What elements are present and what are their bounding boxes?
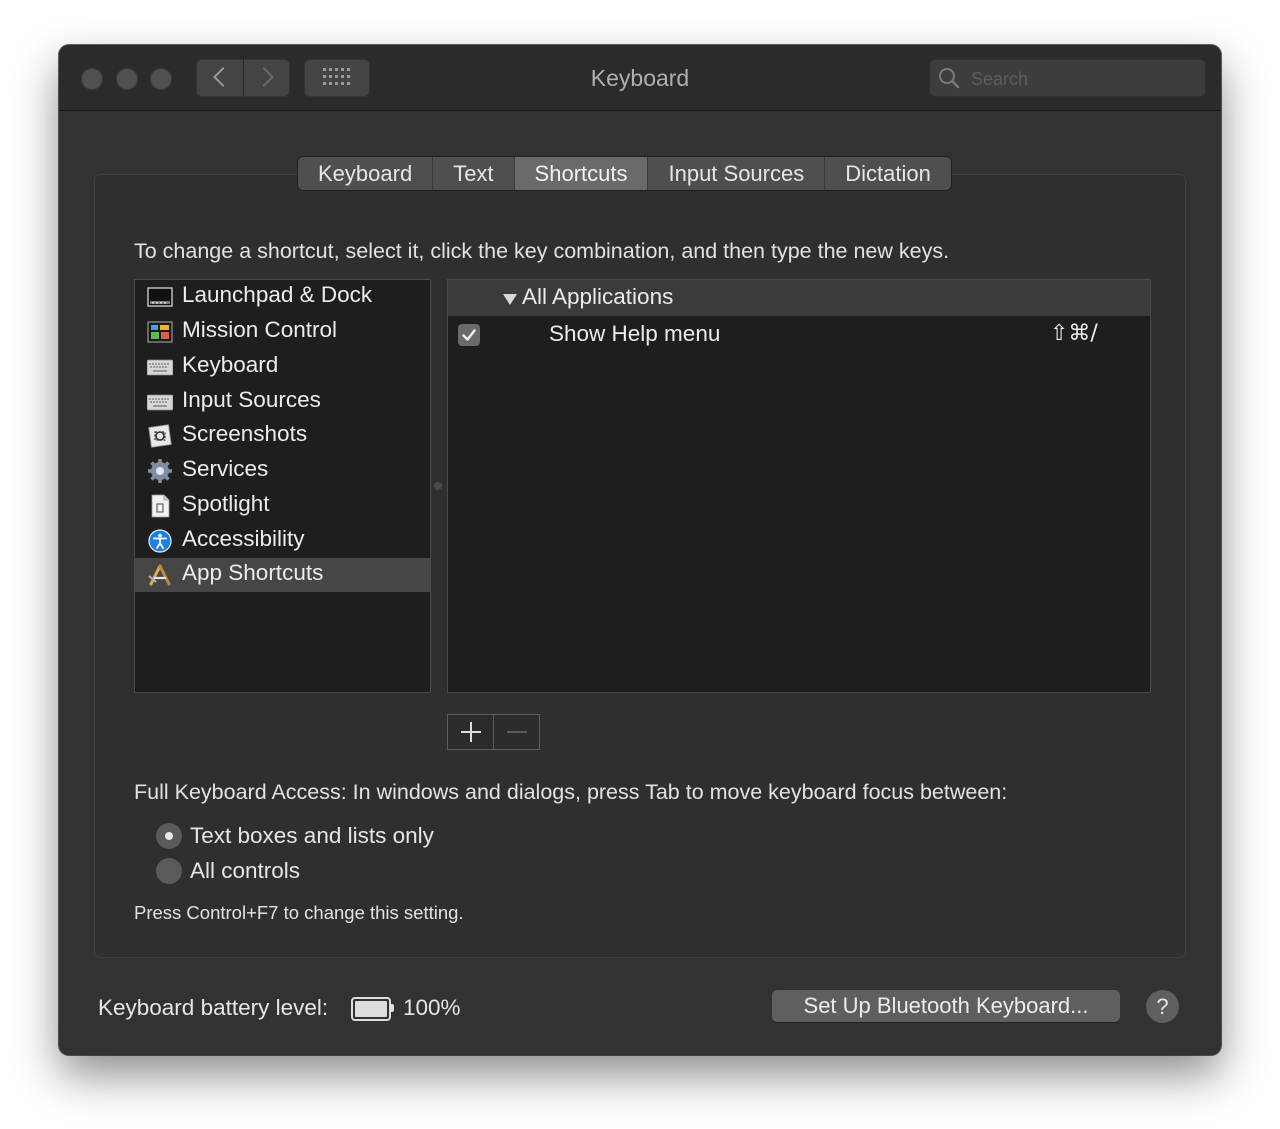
- minus-icon: [507, 731, 527, 733]
- category-keyboard[interactable]: Keyboard: [135, 350, 430, 384]
- category-label: Input Sources: [182, 387, 321, 412]
- battery-icon: [351, 997, 394, 1021]
- services-gear-icon: [148, 459, 172, 483]
- shortcut-enabled-checkbox[interactable]: [458, 324, 480, 346]
- radio-selected-dot: [165, 832, 173, 840]
- group-label: All Applications: [522, 284, 674, 309]
- radio-all-controls[interactable]: [156, 858, 182, 884]
- search-icon: [939, 68, 960, 89]
- radio-label-all-controls[interactable]: All controls: [190, 858, 300, 884]
- battery-level-label: Keyboard battery level:: [98, 995, 329, 1020]
- battery-level-value: 100%: [403, 995, 461, 1020]
- category-label: Accessibility: [182, 526, 305, 551]
- tab-keyboard[interactable]: Keyboard: [298, 157, 434, 190]
- tab-bar: Keyboard Text Shortcuts Input Sources Di…: [298, 157, 951, 190]
- disclosure-triangle-icon[interactable]: [503, 294, 517, 305]
- category-app-shortcuts[interactable]: App Shortcuts: [135, 558, 430, 592]
- tab-text[interactable]: Text: [433, 157, 515, 190]
- remove-shortcut-button[interactable]: [494, 715, 539, 749]
- radio-label-text-boxes[interactable]: Text boxes and lists only: [190, 823, 434, 849]
- category-label: Spotlight: [182, 491, 270, 516]
- category-accessibility[interactable]: Accessibility: [135, 524, 430, 558]
- checkmark-icon: [462, 329, 476, 341]
- full-keyboard-access-label: Full Keyboard Access: In windows and dia…: [134, 780, 1008, 804]
- full-keyboard-access-hint: Press Control+F7 to change this setting.: [134, 902, 464, 923]
- launchpad-dock-icon: [147, 287, 173, 307]
- category-launchpad-dock[interactable]: Launchpad & Dock: [135, 280, 430, 314]
- group-row-all-applications[interactable]: All Applications: [448, 280, 1150, 316]
- category-label: Services: [182, 456, 269, 481]
- category-label: Mission Control: [182, 317, 338, 342]
- tab-dictation[interactable]: Dictation: [825, 157, 951, 190]
- shortcut-keys[interactable]: ⇧⌘/: [1050, 321, 1098, 346]
- category-label: App Shortcuts: [182, 560, 324, 585]
- category-spotlight[interactable]: Spotlight: [135, 489, 430, 523]
- category-label: Screenshots: [182, 421, 308, 446]
- spotlight-document-icon: [151, 494, 170, 518]
- keyboard-icon: [147, 359, 173, 376]
- accessibility-icon: [148, 529, 172, 553]
- radio-text-boxes-lists-only[interactable]: [156, 823, 182, 849]
- search-input[interactable]: [969, 59, 1198, 99]
- title-bar: Keyboard: [59, 45, 1221, 111]
- instruction-text: To change a shortcut, select it, click t…: [134, 239, 950, 263]
- add-remove-control: [447, 714, 540, 750]
- shortcuts-table[interactable]: All Applications Show Help menu ⇧⌘/: [447, 279, 1151, 693]
- category-label: Launchpad & Dock: [182, 282, 373, 307]
- category-screenshots[interactable]: Screenshots: [135, 419, 430, 453]
- category-label: Keyboard: [182, 352, 279, 377]
- shortcut-category-list[interactable]: Launchpad & Dock Mission Control Keyboar…: [134, 279, 431, 693]
- add-shortcut-button[interactable]: [448, 715, 493, 749]
- set-up-bluetooth-keyboard-button[interactable]: Set Up Bluetooth Keyboard...: [772, 990, 1120, 1022]
- mission-control-icon: [147, 321, 173, 343]
- keyboard-preferences-window: Keyboard Keyboard Text Shortcuts Input S…: [59, 45, 1221, 1055]
- tab-input-sources[interactable]: Input Sources: [648, 157, 826, 190]
- category-input-sources[interactable]: Input Sources: [135, 385, 430, 419]
- screenshots-icon: [148, 424, 172, 448]
- input-sources-icon: [147, 394, 173, 411]
- app-shortcuts-icon: [148, 564, 171, 586]
- tab-shortcuts[interactable]: Shortcuts: [514, 157, 649, 190]
- shortcut-name: Show Help menu: [549, 321, 721, 346]
- category-services[interactable]: Services: [135, 454, 430, 488]
- search-field[interactable]: [929, 59, 1206, 99]
- help-button[interactable]: ?: [1146, 990, 1179, 1023]
- category-mission-control[interactable]: Mission Control: [135, 315, 430, 349]
- battery-fill: [355, 1001, 387, 1017]
- split-view-divider[interactable]: [434, 482, 442, 490]
